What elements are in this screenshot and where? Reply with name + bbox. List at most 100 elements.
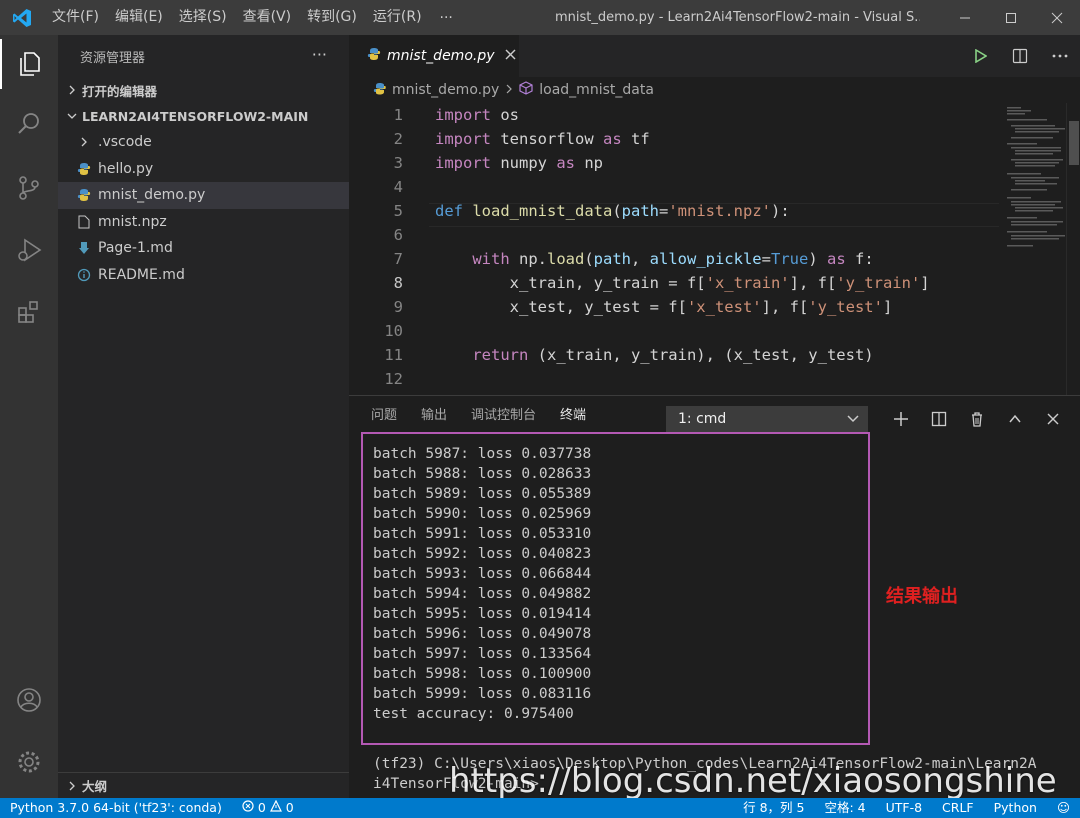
tree-item-mnist-demo-py[interactable]: mnist_demo.py — [58, 182, 349, 209]
editor-tab-bar: mnist_demo.py — [349, 35, 1080, 77]
chevron-down-icon — [846, 411, 860, 429]
editor-scroll-thumb[interactable] — [1069, 121, 1079, 165]
terminal-line: batch 5991: loss 0.053310 — [373, 526, 592, 542]
minimap[interactable] — [1007, 103, 1067, 253]
chevron-up-icon[interactable] — [996, 404, 1034, 434]
encoding[interactable]: UTF-8 — [876, 798, 932, 818]
extensions-icon[interactable] — [0, 287, 58, 337]
editor-group: mnist_demo.py mnist_demo.py load_mnist_d… — [349, 35, 1080, 395]
terminal-line: batch 5998: loss 0.100900 — [373, 666, 592, 682]
terminal-line: batch 5993: loss 0.066844 — [373, 566, 592, 582]
feedback-icon[interactable]: ☺ — [1047, 798, 1080, 818]
cursor-position[interactable]: 行 8，列 5 — [733, 798, 814, 818]
markdown-icon — [76, 240, 92, 256]
run-python-file-icon[interactable] — [960, 35, 1000, 77]
open-editors-section[interactable]: 打开的编辑器 — [58, 77, 349, 103]
chevron-right-icon — [76, 134, 92, 150]
terminal-line: batch 5990: loss 0.025969 — [373, 506, 592, 522]
explorer-more-button[interactable]: ··· — [312, 45, 327, 64]
source-control-icon[interactable] — [0, 163, 58, 213]
tree-item-readme-md[interactable]: README.md — [58, 262, 349, 289]
tab-problems[interactable]: 问题 — [371, 396, 397, 436]
menu-selection[interactable]: 选择(S) — [171, 0, 235, 35]
terminal-select[interactable]: 1: cmd — [666, 406, 868, 432]
split-terminal-icon[interactable] — [920, 404, 958, 434]
menu-run[interactable]: 运行(R) — [365, 0, 430, 35]
close-panel-icon[interactable] — [1034, 404, 1072, 434]
tab-debug-console[interactable]: 调试控制台 — [471, 396, 536, 436]
terminal-line: batch 5999: loss 0.083116 — [373, 686, 592, 702]
tree-item-page-1-md[interactable]: Page-1.md — [58, 235, 349, 262]
breadcrumb-file[interactable]: mnist_demo.py — [392, 82, 499, 98]
tree-item-hello-py[interactable]: hello.py — [58, 156, 349, 183]
outline-section[interactable]: 大纲 — [58, 772, 349, 798]
terminal-select-value: 1: cmd — [678, 411, 727, 427]
code-line: 1 import os — [349, 103, 999, 127]
minimize-button[interactable] — [942, 0, 988, 35]
terminal-line: batch 5994: loss 0.049882 — [373, 586, 592, 602]
editor-scrollbar[interactable] — [1066, 103, 1080, 395]
outline-label: 大纲 — [82, 779, 108, 794]
terminal-line: test accuracy: 0.975400 — [373, 706, 574, 722]
close-tab-icon[interactable] — [505, 48, 516, 64]
run-debug-icon[interactable] — [0, 225, 58, 275]
project-section[interactable]: LEARN2AI4TENSORFLOW2-MAIN — [58, 103, 349, 129]
menu-file[interactable]: 文件(F) — [44, 0, 107, 35]
more-actions-icon[interactable] — [1040, 35, 1080, 77]
explorer-icon[interactable] — [0, 39, 58, 89]
search-icon[interactable] — [0, 99, 58, 149]
split-editor-icon[interactable] — [1000, 35, 1040, 77]
error-icon — [242, 798, 254, 818]
python-icon — [367, 47, 381, 65]
code-editor[interactable]: 1 import os 2 import tensorflow as tf 3 imp… — [349, 103, 999, 395]
menu-edit[interactable]: 编辑(E) — [107, 0, 171, 35]
problems-indicator[interactable]: 0 0 — [232, 798, 304, 818]
tree-item-label: mnist.npz — [98, 213, 167, 230]
close-window-button[interactable] — [1034, 0, 1080, 35]
account-icon[interactable] — [0, 675, 58, 725]
status-bar: Python 3.7.0 64-bit ('tf23': conda) 0 0 … — [0, 798, 1080, 818]
settings-gear-icon[interactable] — [0, 737, 58, 787]
menu-go[interactable]: 转到(G) — [299, 0, 365, 35]
menu-view[interactable]: 查看(V) — [235, 0, 300, 35]
error-count: 0 — [257, 800, 266, 815]
code-line: 9 x_test, y_test = f['x_test'], f['y_tes… — [349, 295, 999, 319]
indentation[interactable]: 空格: 4 — [814, 798, 875, 818]
explorer-sidebar: 资源管理器 ··· 打开的编辑器 LEARN2AI4TENSORFLOW2-MA… — [58, 35, 349, 798]
maximize-button[interactable] — [988, 0, 1034, 35]
tree-item-vscode-folder[interactable]: .vscode — [58, 129, 349, 156]
bottom-panel: 问题 输出 调试控制台 终端 1: cmd batch 5987: loss 0… — [349, 395, 1080, 801]
trash-icon[interactable] — [958, 404, 996, 434]
warning-icon — [269, 798, 282, 818]
annotation-label: 结果输出 — [886, 586, 958, 607]
python-icon — [373, 82, 386, 99]
breadcrumb-symbol[interactable]: load_mnist_data — [539, 82, 654, 98]
vscode-logo-icon — [0, 0, 44, 35]
python-interpreter[interactable]: Python 3.7.0 64-bit ('tf23': conda) — [0, 798, 232, 818]
tab-mnist-demo-py[interactable]: mnist_demo.py — [349, 35, 519, 77]
tab-output[interactable]: 输出 — [421, 396, 447, 436]
code-text: return (x_train, y_train), (x_test, y_te… — [472, 346, 874, 364]
language-mode[interactable]: Python — [984, 798, 1047, 818]
code-text: import numpy as np — [435, 154, 603, 172]
code-text: import tensorflow as tf — [435, 130, 650, 148]
terminal-output[interactable]: batch 5987: loss 0.037738 batch 5988: lo… — [373, 444, 1073, 724]
open-editors-label: 打开的编辑器 — [82, 83, 158, 99]
tree-item-mnist-npz[interactable]: mnist.npz — [58, 209, 349, 236]
tree-item-label: Page-1.md — [98, 240, 173, 257]
project-label: LEARN2AI4TENSORFLOW2-MAIN — [82, 108, 309, 124]
tab-terminal[interactable]: 终端 — [560, 396, 587, 436]
warning-count: 0 — [285, 800, 294, 815]
terminal-line: batch 5997: loss 0.133564 — [373, 646, 592, 662]
new-terminal-icon[interactable] — [882, 404, 920, 434]
code-line: 12 — [349, 367, 999, 391]
menu-more-button[interactable]: ··· — [430, 10, 463, 26]
terminal-line: batch 5996: loss 0.049078 — [373, 626, 592, 642]
end-of-line[interactable]: CRLF — [932, 798, 984, 818]
terminal-line: batch 5987: loss 0.037738 — [373, 446, 592, 462]
tree-item-label: mnist_demo.py — [98, 187, 206, 204]
code-line: 10 — [349, 319, 999, 343]
